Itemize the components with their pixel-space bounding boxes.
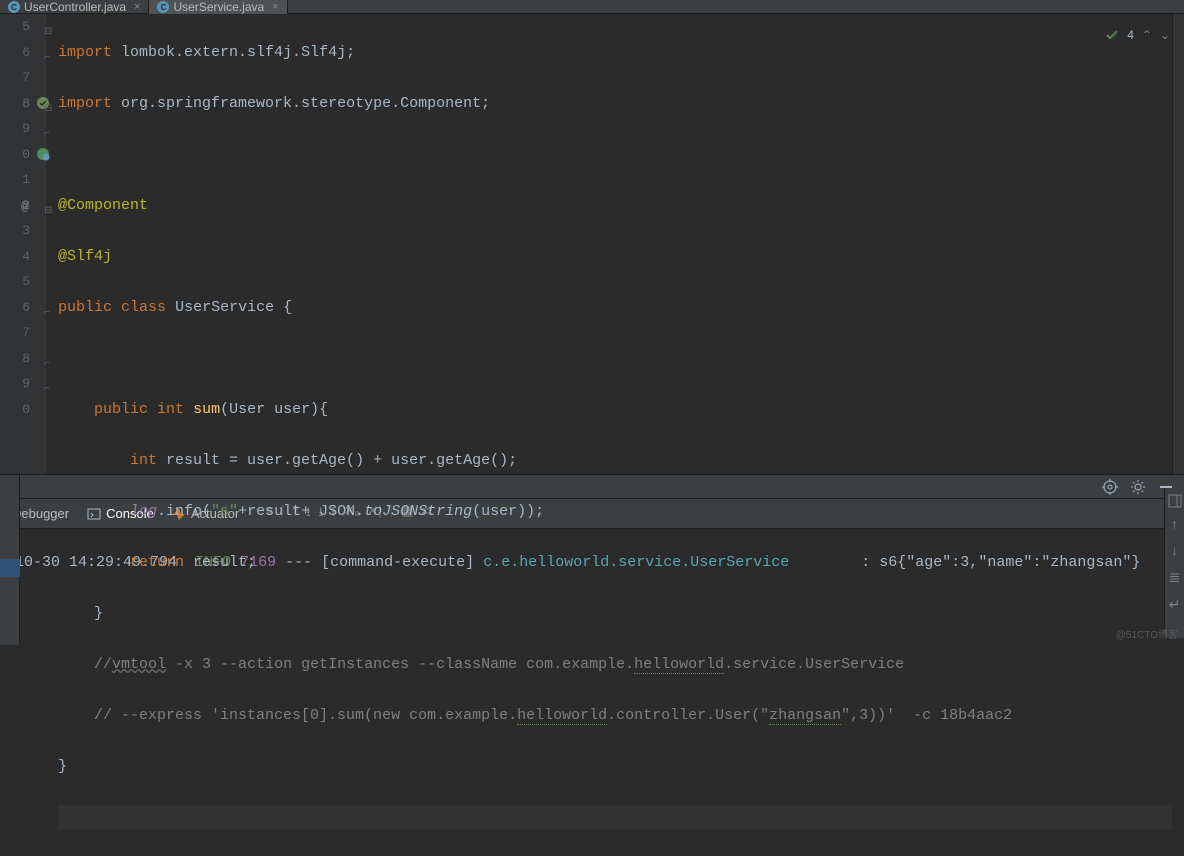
return-icon[interactable]: ↵	[1169, 597, 1181, 614]
line-number: 3	[0, 218, 30, 244]
tab-label: UserController.java	[24, 0, 126, 14]
left-tool-strip	[0, 475, 20, 645]
line-number: 7	[0, 320, 30, 346]
line-number: 1	[0, 167, 30, 193]
error-stripe[interactable]	[1172, 14, 1184, 474]
tab-label: UserService.java	[173, 0, 264, 14]
fold-minus-icon[interactable]: ⊟	[44, 199, 52, 225]
watermark: @51CTO博客	[1116, 626, 1178, 641]
right-tool-strip: ↑ ↓ ≣ ↵	[1164, 488, 1184, 638]
line-number: 9	[0, 371, 30, 397]
fold-end-icon[interactable]: ⌐	[44, 377, 50, 403]
run-class-icon[interactable]	[36, 147, 50, 161]
line-number: 6	[0, 40, 30, 66]
close-icon[interactable]: ×	[272, 1, 278, 13]
line-number: 0	[0, 397, 30, 423]
next-highlight-icon[interactable]: ⌄	[1160, 28, 1170, 42]
java-class-icon: C	[157, 1, 169, 13]
code-editor[interactable]: 5 6 7 8 9 0 1 2 3 4 5 6 7 8 9 0 @ ⊟ ⌐ ⊟ …	[0, 14, 1184, 474]
java-class-icon: C	[8, 1, 20, 13]
fold-end-icon[interactable]: ⌐	[44, 352, 50, 378]
line-number: 5	[0, 14, 30, 40]
line-number: 4	[0, 244, 30, 270]
tab-usercontroller[interactable]: C UserController.java ×	[0, 0, 149, 14]
code-content[interactable]: import lombok.extern.slf4j.Slf4j; import…	[46, 14, 1172, 474]
fold-end-icon[interactable]: ⌐	[44, 301, 50, 327]
layout-icon[interactable]	[1168, 494, 1182, 508]
fold-end-icon[interactable]: ⌐	[44, 122, 50, 148]
down-arrow-icon[interactable]: ↓	[1170, 544, 1178, 560]
fold-minus-icon[interactable]: ⊟	[44, 20, 52, 46]
line-number: 9	[0, 116, 30, 142]
line-number: 8	[0, 346, 30, 372]
editor-tab-bar: C UserController.java × C UserService.ja…	[0, 0, 1184, 14]
tool-window-button[interactable]	[0, 559, 20, 577]
list-icon[interactable]: ≣	[1169, 570, 1181, 587]
up-arrow-icon[interactable]: ↑	[1170, 518, 1178, 534]
override-icon[interactable]: @	[21, 194, 29, 220]
line-number: 7	[0, 65, 30, 91]
line-number-gutter: 5 6 7 8 9 0 1 2 3 4 5 6 7 8 9 0 @ ⊟ ⌐ ⊟ …	[0, 14, 46, 474]
line-number: 6	[0, 295, 30, 321]
line-number: 0	[0, 142, 30, 168]
line-number: 5	[0, 269, 30, 295]
prev-highlight-icon[interactable]: ⌃	[1142, 28, 1152, 42]
tab-userservice[interactable]: C UserService.java ×	[149, 0, 287, 14]
line-number: 8	[0, 91, 30, 117]
fold-end-icon[interactable]: ⌐	[44, 46, 50, 72]
close-icon[interactable]: ×	[134, 1, 140, 13]
warning-count: 4	[1127, 28, 1134, 42]
fold-minus-icon[interactable]: ⊟	[44, 97, 52, 123]
inspection-widget[interactable]: 4 ⌃ ⌄	[1105, 28, 1170, 42]
check-icon	[1105, 28, 1119, 42]
